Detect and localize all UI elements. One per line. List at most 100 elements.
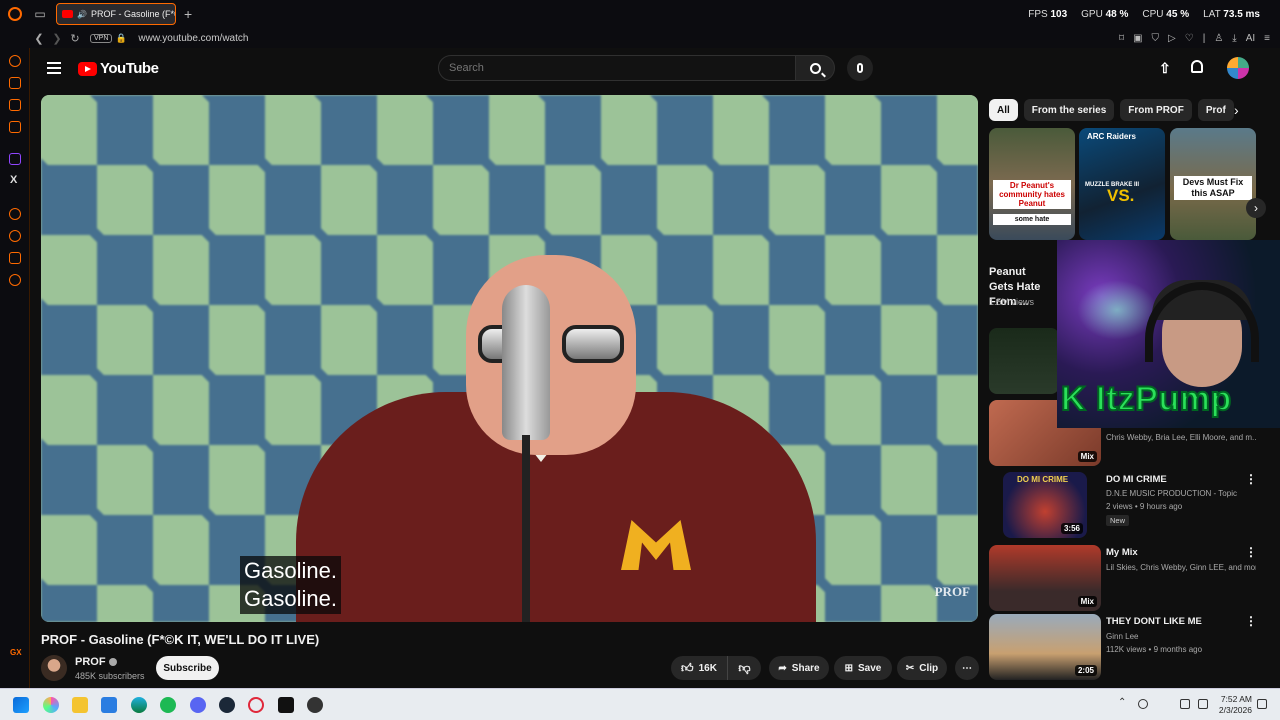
onedrive-icon[interactable] — [1138, 699, 1148, 709]
extensions-icon[interactable] — [9, 252, 21, 264]
chip-from-prof[interactable]: From PROF — [1120, 99, 1192, 121]
studio-microphone — [502, 285, 552, 622]
account-avatar[interactable] — [1227, 57, 1249, 79]
speaker-icon[interactable]: 🔊 — [77, 10, 87, 19]
like-button[interactable]: 👍︎ 16K — [671, 656, 728, 680]
chip-from-the-series[interactable]: From the series — [1023, 99, 1115, 121]
network-icon[interactable] — [1180, 699, 1190, 709]
history-icon[interactable] — [9, 230, 21, 242]
discord-icon[interactable] — [190, 697, 206, 713]
video-thumbnail[interactable]: 2:05 — [989, 614, 1101, 680]
search-icon — [809, 62, 821, 74]
windows-start-icon[interactable] — [13, 697, 29, 713]
account-icon[interactable]: ♙ — [1214, 33, 1223, 44]
youtube-logo[interactable]: YouTube — [78, 60, 159, 77]
more-vertical-icon[interactable]: ⋮ — [1245, 472, 1257, 486]
gpu-stat: GPU 48 % — [1081, 8, 1129, 20]
shelf-thumbnail-3[interactable]: Devs Must Fix this ASAP — [1170, 128, 1256, 240]
menu-icon[interactable]: ≡ — [1264, 33, 1270, 44]
search-button[interactable] — [795, 55, 835, 81]
video-title[interactable]: My Mix — [1106, 547, 1246, 558]
browser-tab-active[interactable]: 🔊 PROF - Gasoline (F*© — [56, 3, 176, 25]
x-twitter-icon[interactable]: X — [10, 174, 17, 186]
subscribe-button[interactable]: Subscribe — [156, 656, 219, 680]
tab-list-icon[interactable]: ▭ — [30, 0, 50, 28]
spotify-icon[interactable] — [160, 697, 176, 713]
pin-icon[interactable]: | — [1203, 33, 1206, 44]
store-icon[interactable] — [101, 697, 117, 713]
more-vertical-icon[interactable]: ⋮ — [1245, 545, 1257, 559]
file-explorer-icon[interactable] — [72, 697, 88, 713]
clip-button[interactable]: ✂ Clip — [897, 656, 947, 680]
steam-icon[interactable] — [219, 697, 235, 713]
bookmark-icon[interactable]: ⌑ — [1119, 33, 1124, 44]
video-thumbnail[interactable] — [989, 328, 1059, 394]
save-button[interactable]: ⊞ Save — [834, 656, 892, 680]
download-icon[interactable]: ⤓ — [1232, 33, 1236, 44]
lat-stat: LAT 73.5 ms — [1203, 8, 1260, 20]
voice-search-button[interactable] — [847, 55, 873, 81]
player-icon[interactable] — [9, 208, 21, 220]
video-channel[interactable]: D.N.E MUSIC PRODUCTION - Topic — [1106, 489, 1256, 498]
shelf-next-chevron-icon[interactable]: › — [1246, 198, 1266, 218]
channel-avatar[interactable] — [41, 655, 67, 681]
terminal-icon[interactable] — [278, 697, 294, 713]
lock-icon[interactable]: 🔒 — [112, 33, 130, 44]
shield-icon[interactable]: ⛉ — [1152, 33, 1160, 44]
video-thumbnail[interactable]: DO MI CRIME 3:56 — [1003, 472, 1087, 538]
notifications-bell-icon[interactable] — [1191, 60, 1203, 73]
dislike-button[interactable]: 👎︎ — [728, 661, 761, 676]
snapshot-icon[interactable]: ▣ — [1133, 33, 1142, 44]
show-hidden-icons-chevron-icon[interactable]: ⌃ — [1118, 697, 1126, 708]
gx-corner-icon[interactable] — [9, 77, 21, 89]
list-item[interactable]: Mix My Mix Lil Skies, Chris Webby, Ginn … — [989, 545, 1269, 611]
chip-all[interactable]: All — [989, 99, 1018, 121]
vpn-badge[interactable]: VPN — [90, 33, 113, 43]
video-player[interactable]: Gasoline. Gasoline. PROF — [41, 95, 978, 622]
list-item[interactable]: DO MI CRIME 3:56 DO MI CRIME D.N.E MUSIC… — [989, 472, 1269, 538]
system-clock[interactable]: 7:52 AM 2/3/2026 — [1216, 694, 1252, 716]
gx-control-icon[interactable] — [9, 55, 21, 67]
app-icon[interactable] — [307, 697, 323, 713]
channel-name[interactable]: PROF — [75, 656, 117, 668]
share-button[interactable]: ➦ Share — [769, 656, 829, 680]
ai-icon[interactable]: AI — [1246, 33, 1255, 44]
shelf-thumbnail-2[interactable]: ARC Raiders MUZZLE BRAKE III VS. — [1079, 128, 1165, 240]
shelf-thumbnail-1[interactable]: Dr Peanut's community hates Peanut some … — [989, 128, 1075, 240]
video-thumbnail[interactable]: Mix — [989, 545, 1101, 611]
back-icon[interactable]: ❮ — [30, 32, 48, 45]
forward-icon[interactable]: ❯ — [48, 32, 66, 45]
url-text[interactable]: www.youtube.com/watch — [138, 33, 248, 44]
search-box[interactable] — [438, 55, 796, 81]
settings-icon[interactable] — [9, 274, 21, 286]
volume-icon[interactable] — [1198, 699, 1208, 709]
gx-mods-icon[interactable] — [9, 121, 21, 133]
browser-sidebar: X GX — [0, 48, 30, 688]
upload-icon[interactable]: ⇧ — [1159, 60, 1171, 77]
video-title[interactable]: DO MI CRIME — [1106, 474, 1246, 485]
search-input[interactable] — [449, 62, 795, 74]
gx-cleaner-icon[interactable] — [9, 99, 21, 111]
more-actions-button[interactable]: ⋯ — [955, 656, 979, 680]
heart-icon[interactable]: ♡ — [1185, 33, 1194, 44]
play-icon[interactable]: ▷ — [1168, 33, 1176, 44]
list-item[interactable]: 2:05 THEY DONT LIKE ME Ginn Lee 112K vie… — [989, 614, 1269, 680]
video-title[interactable]: THEY DONT LIKE ME — [1106, 616, 1246, 627]
twitch-icon[interactable] — [9, 153, 21, 165]
edge-icon[interactable] — [131, 697, 147, 713]
more-vertical-icon[interactable]: ⋮ — [1245, 614, 1257, 628]
opera-gx-icon[interactable] — [248, 697, 264, 713]
opera-gx-logo-icon[interactable] — [0, 0, 30, 28]
channel-name-text[interactable]: PROF — [75, 656, 106, 668]
notification-icon[interactable] — [1257, 699, 1267, 709]
video-channel[interactable]: Ginn Lee — [1106, 632, 1256, 641]
new-tab-button[interactable]: + — [184, 6, 192, 22]
chips-next-chevron-icon[interactable]: › — [1234, 102, 1239, 118]
copilot-icon[interactable] — [43, 697, 59, 713]
hamburger-menu-icon[interactable] — [47, 62, 61, 74]
caption-line-1: Gasoline. — [244, 558, 337, 583]
chip-prof[interactable]: Prof — [1197, 99, 1234, 121]
new-badge: New — [1106, 515, 1130, 526]
channel-watermark[interactable]: PROF — [935, 584, 970, 600]
reload-icon[interactable]: ↻ — [66, 32, 84, 45]
